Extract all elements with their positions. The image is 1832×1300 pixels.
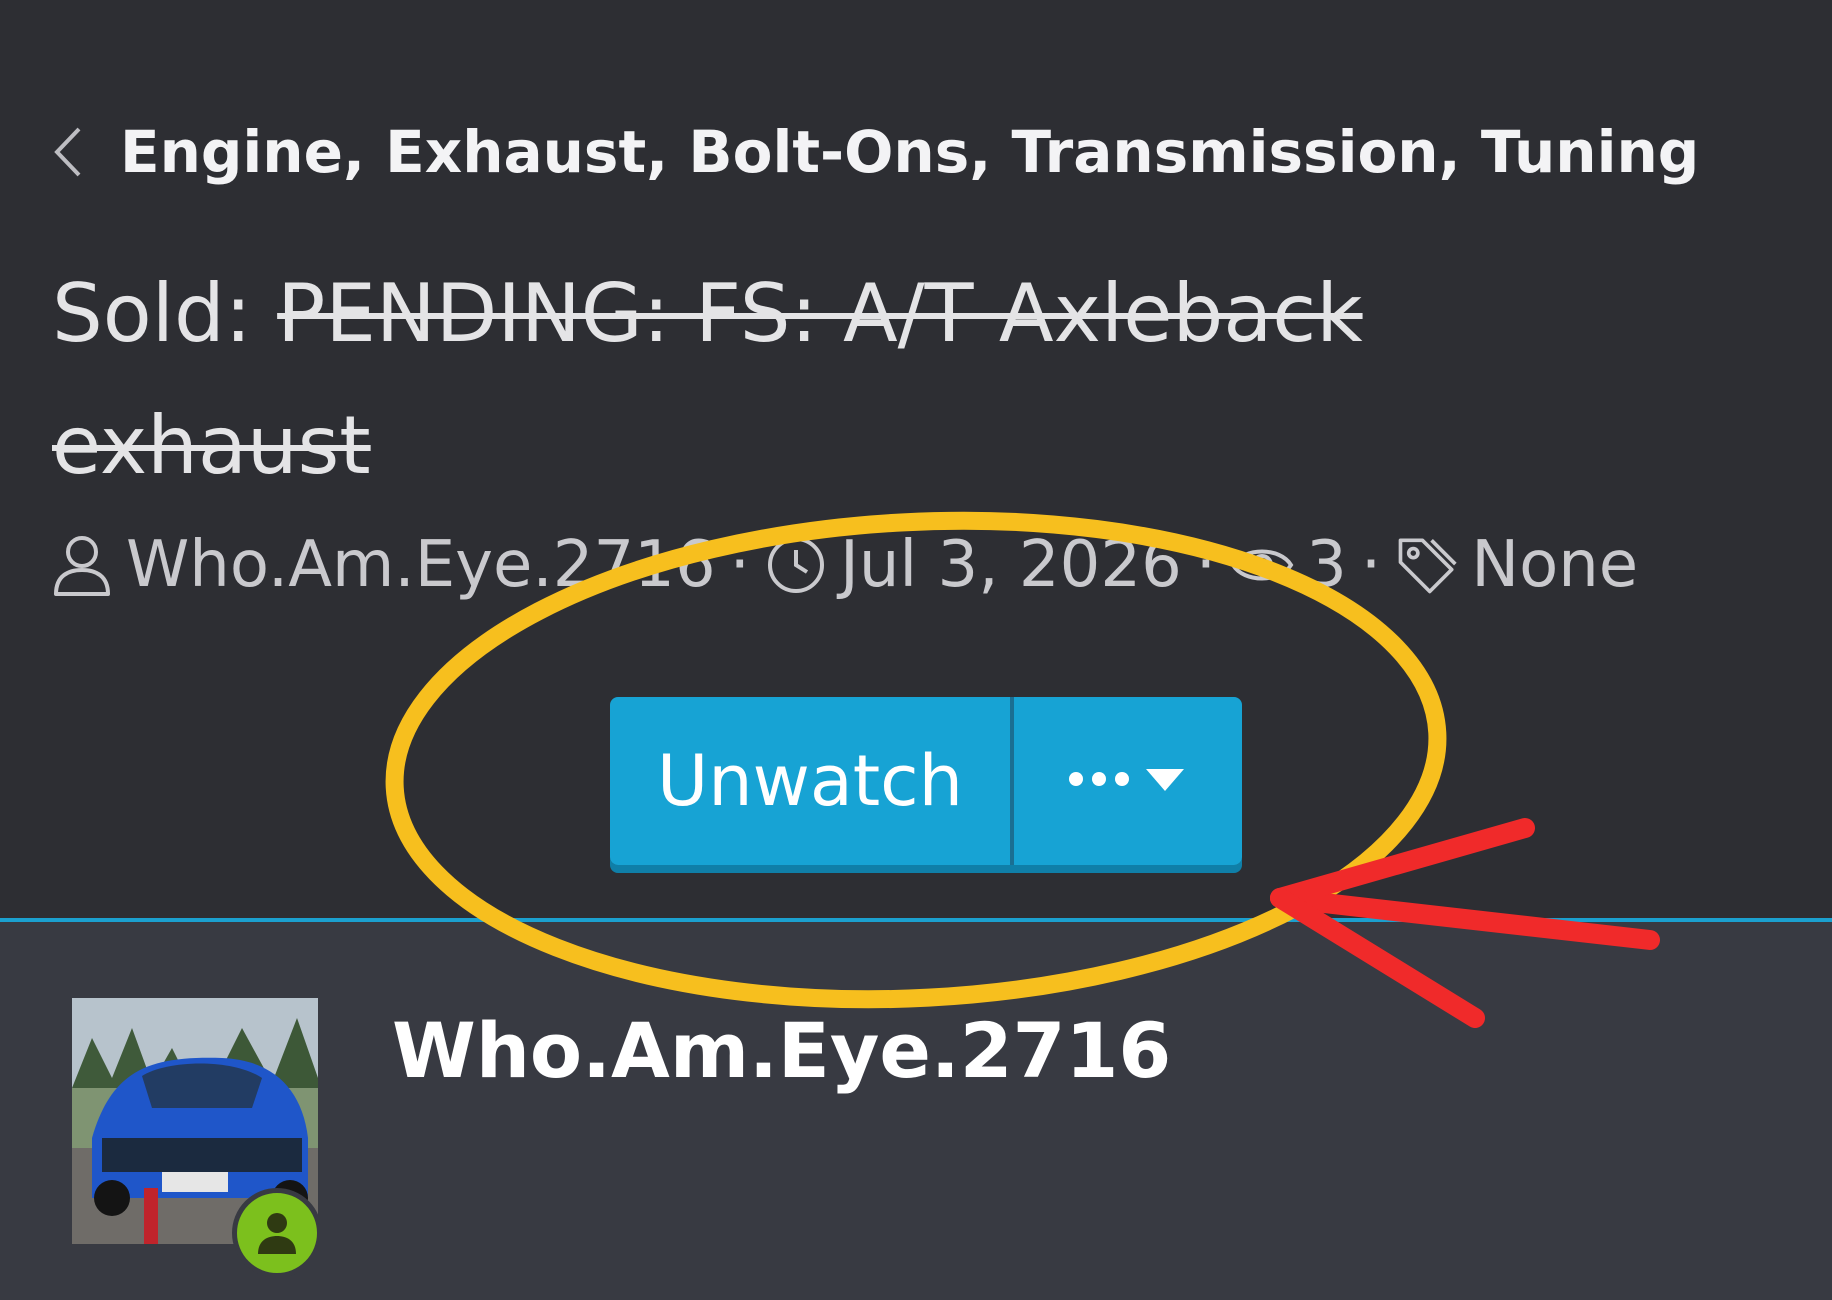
ellipsis-caret-icon bbox=[1066, 759, 1190, 803]
more-options-button[interactable] bbox=[1014, 697, 1242, 865]
eye-icon bbox=[1230, 530, 1294, 600]
meta-separator: · bbox=[1360, 528, 1382, 602]
post-username[interactable]: Who.Am.Eye.2716 bbox=[392, 1006, 1171, 1095]
meta-author[interactable]: Who.Am.Eye.2716 bbox=[126, 528, 716, 602]
unwatch-button[interactable]: Unwatch bbox=[610, 697, 1010, 865]
thread-meta: Who.Am.Eye.2716 · Jul 3, 2026 · 3 · None bbox=[50, 528, 1638, 602]
breadcrumb-label[interactable]: Engine, Exhaust, Bolt-Ons, Transmission,… bbox=[120, 118, 1699, 186]
chevron-left-icon[interactable] bbox=[48, 122, 88, 182]
tag-icon bbox=[1395, 530, 1459, 600]
breadcrumb[interactable]: Engine, Exhaust, Bolt-Ons, Transmission,… bbox=[48, 118, 1699, 186]
clock-icon bbox=[764, 530, 828, 600]
meta-date[interactable]: Jul 3, 2026 bbox=[840, 528, 1182, 602]
watch-button-group: Unwatch bbox=[610, 697, 1242, 865]
user-online-icon bbox=[232, 1188, 322, 1278]
thread-prefix: Sold: bbox=[52, 267, 252, 360]
user-icon bbox=[50, 530, 114, 600]
meta-separator: · bbox=[1195, 528, 1217, 602]
thread-title: Sold: PENDING: FS: A/T Axleback exhaust bbox=[52, 248, 1552, 512]
thread-header: Engine, Exhaust, Bolt-Ons, Transmission,… bbox=[0, 0, 1832, 920]
meta-separator: · bbox=[729, 528, 750, 602]
meta-views: 3 bbox=[1306, 528, 1347, 602]
meta-tags: None bbox=[1471, 528, 1639, 602]
